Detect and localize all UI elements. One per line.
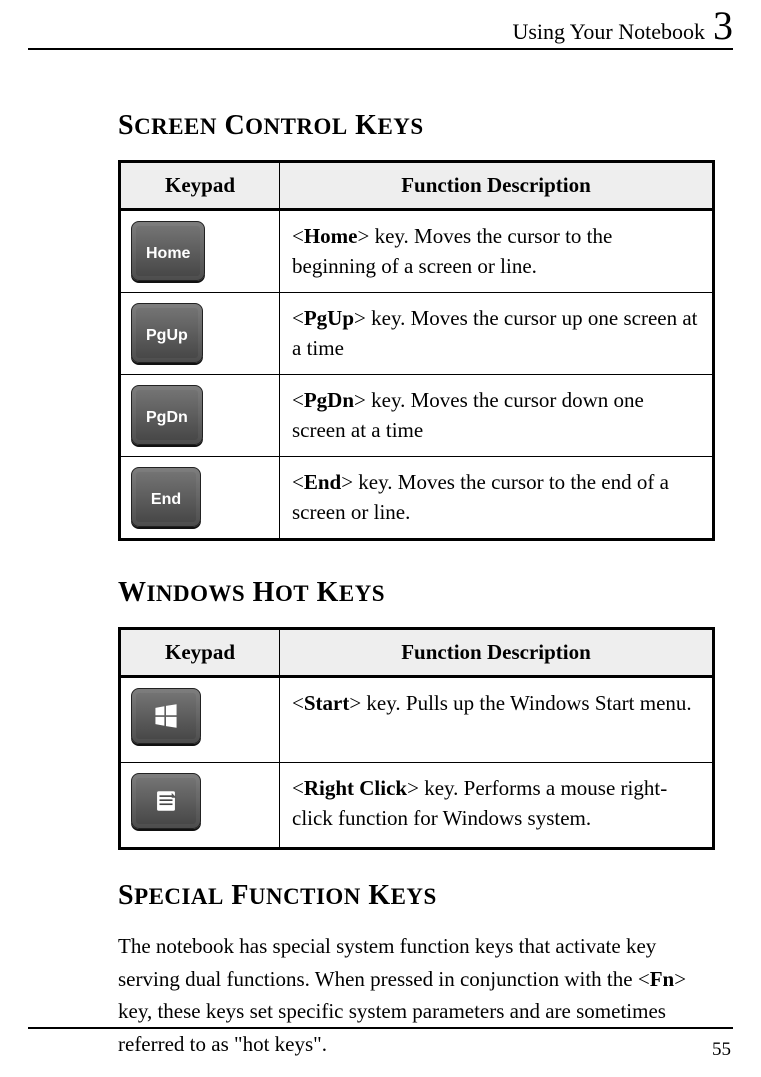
special-keys-paragraph: The notebook has special system function…: [118, 930, 715, 1060]
section-title-windows: Windows Hot Keys: [118, 577, 715, 609]
col-keypad: Keypad: [120, 162, 280, 210]
table-row: PgDn <PgDn> key. Moves the cursor down o…: [120, 374, 714, 456]
table-row: <Start> key. Pulls up the Windows Start …: [120, 676, 714, 762]
col-keypad: Keypad: [120, 628, 280, 676]
cell-description: <Right Click> key. Performs a mouse righ…: [280, 762, 714, 848]
screen-keys-table: Keypad Function Description Home <Home> …: [118, 160, 715, 541]
context-menu-key-icon: [131, 773, 201, 829]
cell-description: <Home> key. Moves the cursor to the begi…: [280, 210, 714, 293]
cell-description: <PgDn> key. Moves the cursor down one sc…: [280, 374, 714, 456]
cell-description: <End> key. Moves the cursor to the end o…: [280, 456, 714, 539]
running-header: Using Your Notebook 3: [28, 0, 733, 46]
table-row: <Right Click> key. Performs a mouse righ…: [120, 762, 714, 848]
cell-description: <PgUp> key. Moves the cursor up one scre…: [280, 292, 714, 374]
table-row: PgUp <PgUp> key. Moves the cursor up one…: [120, 292, 714, 374]
section-title-special: Special Function Keys: [118, 880, 715, 912]
table-row: Home <Home> key. Moves the cursor to the…: [120, 210, 714, 293]
table-row: End <End> key. Moves the cursor to the e…: [120, 456, 714, 539]
page: Using Your Notebook 3 Screen Control Key…: [0, 0, 761, 1077]
col-description: Function Description: [280, 628, 714, 676]
footer-rule: [28, 1027, 733, 1029]
home-key-icon: Home: [131, 221, 205, 281]
col-description: Function Description: [280, 162, 714, 210]
windows-logo-key-icon: [131, 688, 201, 744]
end-key-icon: End: [131, 467, 201, 527]
pgdn-key-icon: PgDn: [131, 385, 203, 445]
section-title-screen: Screen Control Keys: [118, 110, 715, 142]
windows-keys-table: Keypad Function Description <Start> key.…: [118, 627, 715, 851]
page-number: 55: [712, 1039, 731, 1061]
content-area: Screen Control Keys Keypad Function Desc…: [28, 50, 733, 1061]
chapter-number: 3: [713, 6, 733, 46]
pgup-key-icon: PgUp: [131, 303, 203, 363]
header-title: Using Your Notebook: [512, 19, 705, 45]
cell-description: <Start> key. Pulls up the Windows Start …: [280, 676, 714, 762]
